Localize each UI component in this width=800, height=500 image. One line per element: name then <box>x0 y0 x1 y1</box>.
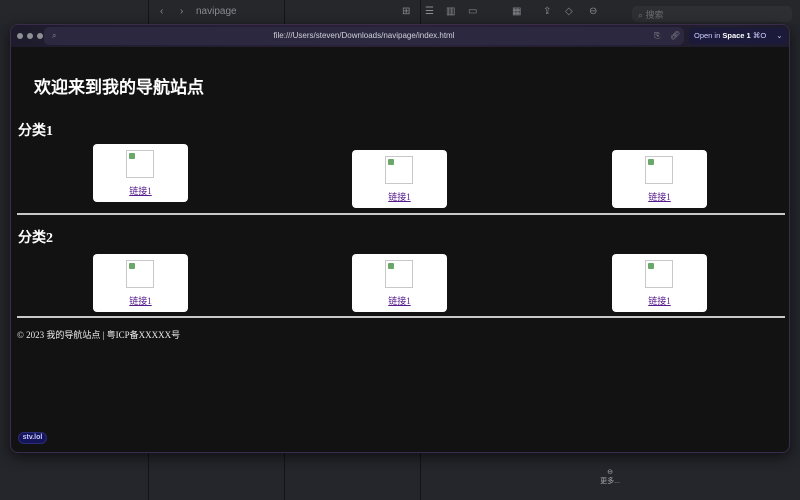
shortcut-label: ⌘O <box>752 31 767 40</box>
broken-image-icon <box>126 150 154 178</box>
icon-view-icon[interactable]: ⊞ <box>402 6 410 17</box>
chevron-down-icon[interactable]: ⌄ <box>776 31 782 40</box>
browser-toolbar: ⌕ file:///Users/steven/Downloads/navipag… <box>11 25 789 47</box>
broken-image-icon <box>645 260 673 288</box>
link[interactable]: 链接1 <box>93 184 188 197</box>
finder-toolbar: ‹ › navipage ⊞ ☰ ▥ ▭ ▦ ⇪ ◇ ⊖ ⌕ 搜索 <box>0 0 800 24</box>
url-text: file:///Users/steven/Downloads/navipage/… <box>273 31 455 40</box>
link-card[interactable]: 链接1 <box>352 254 447 312</box>
broken-image-icon <box>385 156 413 184</box>
window-dot[interactable] <box>17 33 23 39</box>
finder-folder-title: navipage <box>196 6 237 17</box>
search-icon: ⌕ <box>52 31 57 40</box>
broken-image-icon <box>645 156 673 184</box>
group-icon[interactable]: ▦ <box>512 6 521 17</box>
column-view-icon[interactable]: ▥ <box>446 6 455 17</box>
broken-image-icon <box>126 260 154 288</box>
link[interactable]: 链接1 <box>93 294 188 307</box>
browser-window: ⌕ file:///Users/steven/Downloads/navipag… <box>10 24 790 453</box>
category-heading: 分类2 <box>18 231 53 246</box>
search-placeholder: 搜索 <box>645 10 664 20</box>
more-label: 更多... <box>600 478 620 485</box>
stv-badge[interactable]: stv.lol <box>18 432 47 444</box>
page-title: 欢迎来到我的导航站点 <box>34 78 204 97</box>
window-dot[interactable] <box>27 33 33 39</box>
category-heading: 分类1 <box>18 124 53 139</box>
link[interactable]: 链接1 <box>612 294 707 307</box>
forward-icon[interactable]: › <box>180 6 183 17</box>
back-icon[interactable]: ‹ <box>160 6 163 17</box>
divider <box>17 213 785 215</box>
link-card[interactable]: 链接1 <box>612 150 707 208</box>
link[interactable]: 链接1 <box>352 294 447 307</box>
link-card[interactable]: 链接1 <box>352 150 447 208</box>
link[interactable]: 链接1 <box>612 190 707 203</box>
action-icon[interactable]: ⊖ <box>589 6 597 17</box>
list-view-icon[interactable]: ☰ <box>425 6 434 17</box>
space-label: Space 1 <box>722 31 751 40</box>
link-icon[interactable]: 🔗︎ <box>670 27 680 45</box>
link[interactable]: 链接1 <box>352 190 447 203</box>
finder-search-input[interactable]: ⌕ 搜索 <box>632 6 792 22</box>
window-dot[interactable] <box>37 33 43 39</box>
link-card[interactable]: 链接1 <box>612 254 707 312</box>
more-icon: ⊖ <box>607 469 613 476</box>
reader-icon[interactable]: ⎘ <box>654 27 660 45</box>
more-button[interactable]: ⊖ 更多... <box>590 468 630 486</box>
page-content: 欢迎来到我的导航站点 分类1 链接1 链接1 链接1 分类2 链接1 链接1 链… <box>11 47 789 452</box>
gallery-view-icon[interactable]: ▭ <box>468 6 477 17</box>
broken-image-icon <box>385 260 413 288</box>
footer-text: © 2023 我的导航站点 | 粤ICP备XXXXX号 <box>17 330 181 340</box>
open-in-label: Open in <box>694 31 721 40</box>
share-icon[interactable]: ⇪ <box>543 6 551 17</box>
tag-icon[interactable]: ◇ <box>565 6 573 17</box>
open-in-space-button[interactable]: Open in Space 1 ⌘O ⌄ <box>689 28 787 44</box>
divider <box>17 316 785 318</box>
address-bar[interactable]: ⌕ file:///Users/steven/Downloads/navipag… <box>44 27 684 45</box>
link-card[interactable]: 链接1 <box>93 254 188 312</box>
link-card[interactable]: 链接1 <box>93 144 188 202</box>
